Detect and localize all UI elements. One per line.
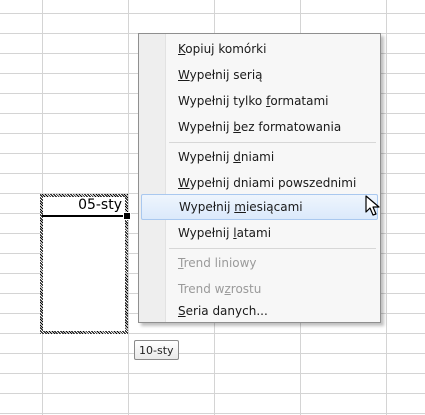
menu-item-wypelnij-seria[interactable]: Wypełnij serią: [141, 62, 378, 88]
menu-item-wypelnij-bez-formatowania[interactable]: Wypełnij bez formatowania: [141, 114, 378, 140]
menu-item-label: rostu: [230, 282, 262, 296]
cell-value: 05-sty: [78, 197, 122, 213]
menu-separator: [169, 142, 376, 143]
fill-handle[interactable]: [123, 212, 131, 220]
menu-item-label: Wypełnij tylko: [178, 94, 267, 108]
menu-item-kopiuj-komorki[interactable]: Kopiuj komórki: [141, 36, 378, 62]
menu-item-accesskey: m: [234, 200, 246, 214]
menu-item-accesskey: d: [233, 150, 241, 164]
menu-item-accesskey: W: [178, 176, 190, 190]
selected-cell[interactable]: 05-sty: [42, 196, 128, 217]
menu-item-label: opiuj komórki: [185, 42, 267, 56]
menu-item-label: ypełnij dniami powszednimi: [189, 176, 357, 190]
menu-item-label: Wypełnij: [178, 120, 234, 134]
cell-bottom-border: [42, 215, 128, 217]
menu-item-label: ormatami: [270, 94, 329, 108]
menu-item-accesskey: W: [178, 68, 190, 82]
mouse-pointer-icon: [365, 195, 380, 216]
menu-item-label: Wypełnij: [179, 200, 235, 214]
menu-item-label: Wypełnij: [178, 150, 234, 164]
menu-item-wypelnij-dniami[interactable]: Wypełnij dniami: [141, 144, 378, 170]
menu-item-label: Trend w: [178, 282, 225, 296]
menu-item-accesskey: b: [233, 120, 241, 134]
menu-item-label: eria danych...: [185, 304, 268, 318]
menu-item-trend-liniowy[interactable]: Trend liniowy: [141, 250, 378, 276]
menu-item-accesskey: S: [178, 304, 186, 318]
menu-item-wypelnij-tylko-formatami[interactable]: Wypełnij tylko formatami: [141, 88, 378, 114]
menu-item-wypelnij-miesiacami[interactable]: Wypełnij miesiącami: [141, 194, 378, 220]
menu-item-label: ez formatowania: [240, 120, 342, 134]
menu-item-seria-danych[interactable]: Seria danych...: [141, 298, 378, 324]
menu-item-wypelnij-latami[interactable]: Wypełnij latami: [141, 220, 378, 246]
menu-item-label: Wypełnij: [178, 226, 234, 240]
menu-item-label: rend liniowy: [183, 256, 257, 270]
menu-item-label: niami: [240, 150, 275, 164]
menu-item-wypelnij-dniami-powszednimi[interactable]: Wypełnij dniami powszednimi: [141, 170, 378, 196]
menu-item-label: atami: [236, 226, 272, 240]
menu-item-label: ypełnij serią: [189, 68, 263, 82]
autofill-context-menu: Kopiuj komórki Wypełnij serią Wypełnij t…: [138, 33, 381, 323]
menu-item-label: iesiącami: [245, 200, 303, 214]
menu-separator: [169, 248, 376, 249]
autofill-value-tooltip: 10-sty: [134, 340, 179, 360]
